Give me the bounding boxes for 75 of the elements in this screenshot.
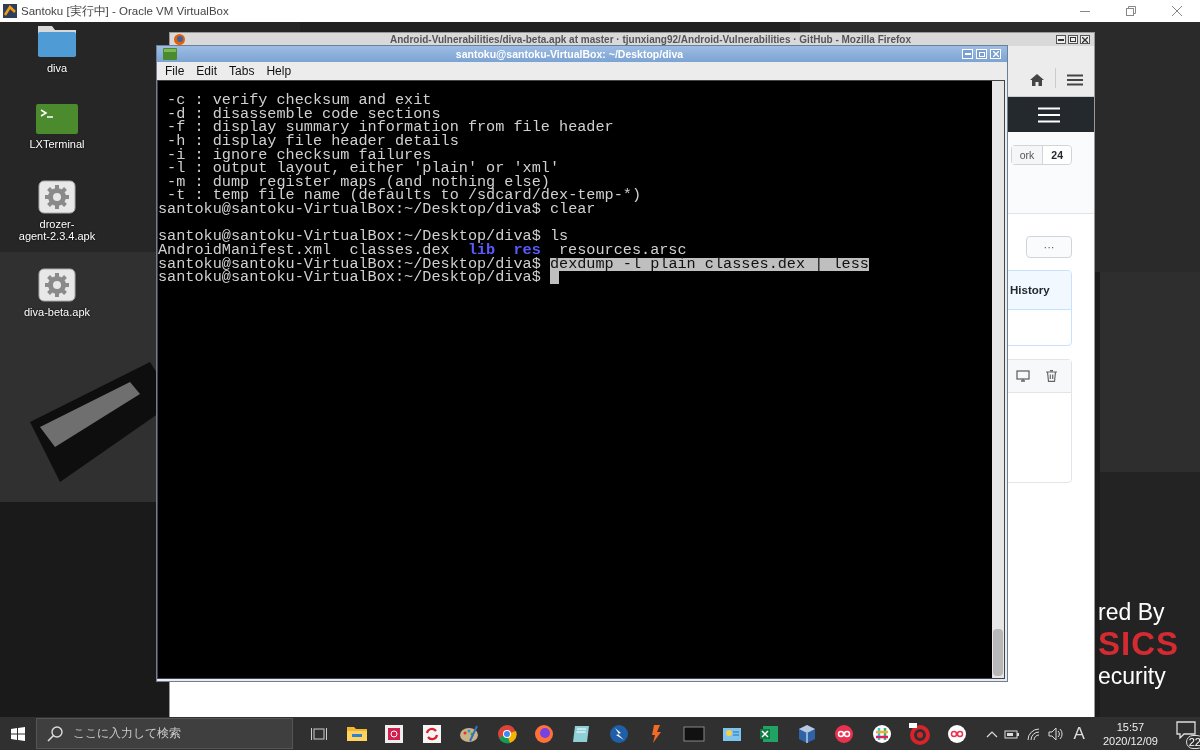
wifi-icon[interactable]: [1025, 726, 1042, 741]
browser-icon: [495, 722, 518, 745]
terminal-line: -f : display summary information from file header: [166, 121, 614, 135]
history-link[interactable]: History: [1010, 284, 1050, 296]
terminal-icon: [163, 48, 177, 60]
circle-icon: [945, 722, 968, 745]
gear-icon[interactable]: [38, 268, 76, 302]
chevron-up-icon[interactable]: [985, 729, 998, 738]
swirl-icon: [908, 722, 931, 745]
menu-item[interactable]: Edit: [190, 64, 224, 78]
close-button[interactable]: [1080, 35, 1090, 44]
speaker-icon[interactable]: [1047, 726, 1064, 741]
monitor-icon[interactable]: [1016, 370, 1030, 382]
restore-icon: [1126, 6, 1136, 16]
gear-icon[interactable]: [38, 180, 76, 214]
search-icon: [47, 725, 64, 742]
fork-count[interactable]: 24: [1043, 146, 1071, 164]
icon-label: diva: [46, 62, 68, 74]
browser-icon: [533, 722, 556, 745]
search-field[interactable]: ここに入力して検索: [36, 718, 293, 749]
terminal-line: -c : verify checksum and exit: [166, 94, 432, 108]
close-icon: [1082, 36, 1088, 43]
window-title: Santoku [実行中] - Oracle VM VirtualBox: [21, 3, 230, 19]
fork-button[interactable]: ork: [1011, 146, 1044, 164]
circle-icon: [833, 722, 856, 745]
home-icon[interactable]: [1030, 74, 1044, 86]
lightning-icon: [608, 722, 631, 745]
notification-icon[interactable]: [1176, 720, 1196, 739]
wallpaper-text: red By: [1098, 598, 1165, 626]
icon-label: diva-beta.apk: [23, 306, 90, 318]
terminal-text: resources.arsc: [559, 244, 687, 258]
windows-icon[interactable]: [11, 726, 26, 741]
terminal-line: santoku@santoku-VirtualBox:~/Desktop/diva$: [158, 271, 542, 285]
icon-label: LXTerminal: [29, 138, 85, 150]
terminal-line: -l : output layout, either 'plain' or 'xml': [166, 162, 559, 176]
terminal-text: santoku@santoku-VirtualBox:~/Desktop/diva$: [158, 257, 542, 272]
minimize-icon: [964, 53, 971, 55]
minimize-icon: [1058, 38, 1064, 41]
maximize-icon: [1070, 37, 1076, 42]
menu-item[interactable]: Tabs: [223, 64, 261, 78]
terminal-line: santoku@santoku-VirtualBox:~/Desktop/diva$ clear: [158, 203, 596, 217]
scrollbar[interactable]: [992, 81, 1004, 678]
folder-icon[interactable]: [36, 24, 78, 58]
browser-icon: [174, 34, 185, 45]
hash-icon: [870, 722, 893, 745]
terminal-text: classes.dex: [349, 244, 450, 258]
terminal-line: -h : display file header details: [166, 134, 459, 149]
input-indicator[interactable]: A: [1073, 723, 1085, 744]
menu-icon[interactable]: [1067, 74, 1083, 86]
app-icon: [383, 722, 406, 745]
terminal-text: AndroidManifest.xml: [158, 244, 332, 258]
maximize-icon: [978, 51, 985, 57]
menu-item[interactable]: Help: [260, 64, 298, 78]
trash-icon[interactable]: [1046, 370, 1057, 382]
sync-icon: [420, 722, 443, 745]
more-button[interactable]: ···: [1026, 236, 1072, 258]
terminal-icon[interactable]: [36, 104, 78, 134]
scrollbar-thumb[interactable]: [993, 629, 1003, 676]
close-icon: [1172, 6, 1182, 16]
window-title: santoku@santoku-VirtualBox: ~/Desktop/diva: [454, 48, 685, 60]
window-title: Android-Vulnerabilities/diva-beta.apk at master · tjunxiang92/Android-Vulnerabilities · GitHub - Mozilla Firefox: [389, 34, 912, 45]
clock[interactable]: 15:57 2020/12/09: [1102, 719, 1158, 748]
icon-label: drozer- agent-2.3.4.apk: [18, 218, 96, 242]
task-view-icon: [311, 726, 328, 741]
close-icon: [992, 51, 999, 57]
maximize-button[interactable]: [1068, 35, 1078, 44]
directory-name: res: [513, 244, 541, 258]
app-icon: [3, 4, 17, 18]
battery-icon[interactable]: [1003, 727, 1020, 740]
menu-item[interactable]: File: [159, 64, 191, 78]
minimize-button[interactable]: [1056, 35, 1066, 44]
directory-name: lib: [467, 244, 496, 258]
selected-text: dexdump -l plain classes.dex | less: [549, 257, 869, 272]
wallpaper-text: ecurity: [1098, 662, 1166, 690]
wallpaper-text: SICS: [1098, 626, 1180, 662]
